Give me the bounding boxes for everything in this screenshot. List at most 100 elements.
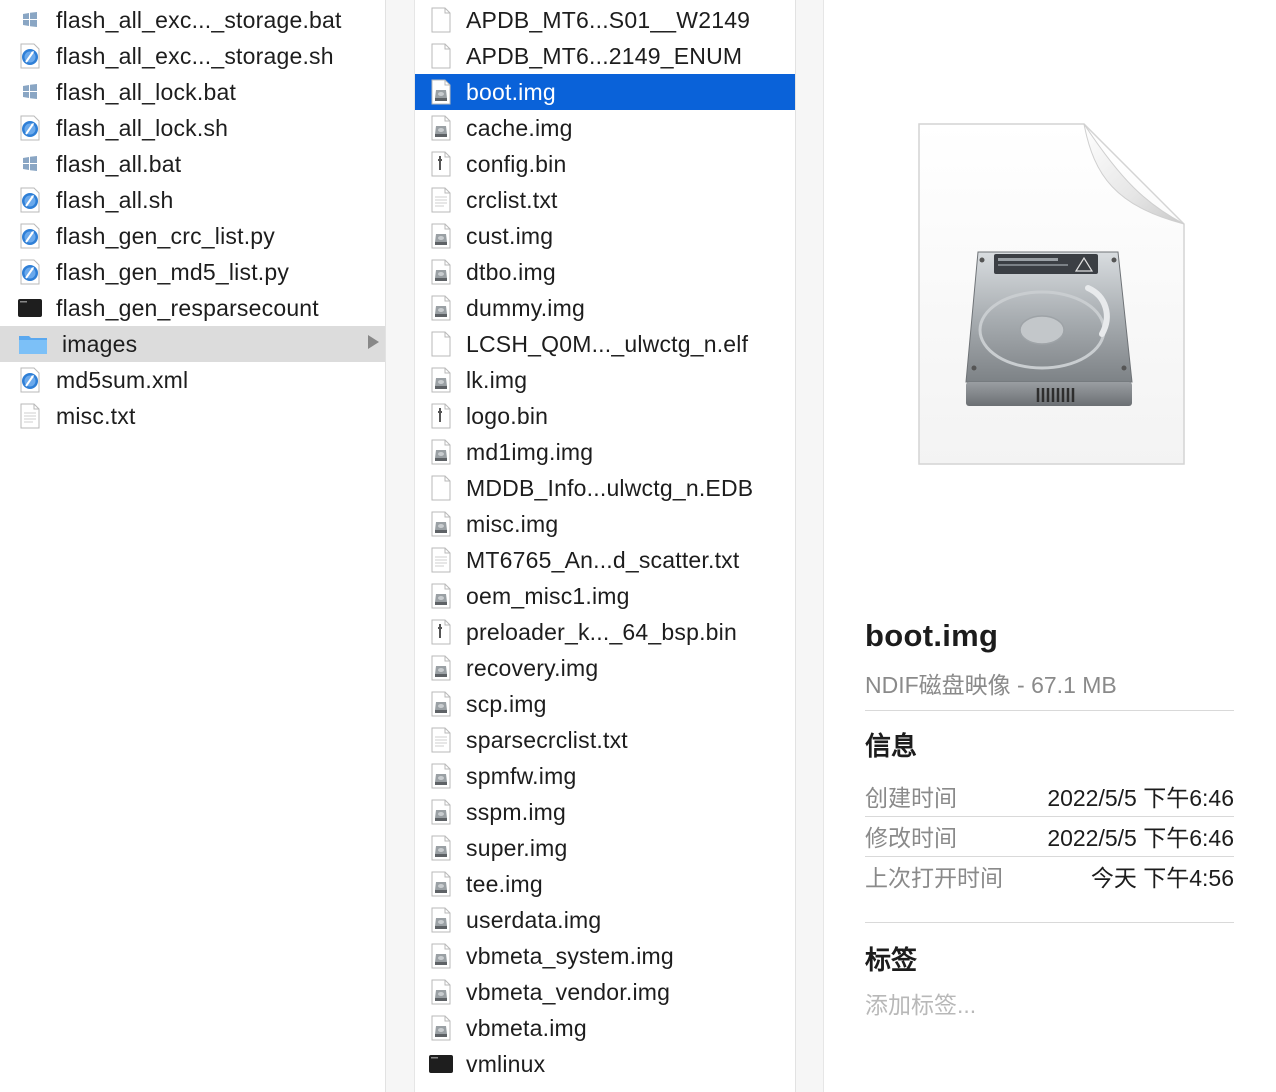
list-item-selected[interactable]: boot.img	[415, 74, 795, 110]
column-images-folder[interactable]: APDB_MT6...S01__W2149 APDB_MT6...2149_EN…	[415, 0, 795, 1092]
list-item[interactable]: flash_all_exc..._storage.sh	[0, 38, 385, 74]
windows-bat-icon	[18, 78, 42, 106]
disk-image-icon	[429, 222, 453, 250]
blank-doc-icon	[429, 6, 453, 34]
file-name: vbmeta.img	[466, 1014, 587, 1041]
file-name: oem_misc1.img	[466, 582, 630, 609]
list-item[interactable]: crclist.txt	[415, 182, 795, 218]
list-item[interactable]: APDB_MT6...S01__W2149	[415, 2, 795, 38]
list-item[interactable]: flash_gen_md5_list.py	[0, 254, 385, 290]
list-item[interactable]: misc.txt	[0, 398, 385, 434]
list-item[interactable]: APDB_MT6...2149_ENUM	[415, 38, 795, 74]
info-row-last-opened: 上次打开时间 今天 下午4:56	[865, 859, 1234, 893]
preview-pane: boot.img NDIF磁盘映像 - 67.1 MB 信息 创建时间 2022…	[824, 0, 1276, 1092]
shell-script-icon	[18, 366, 42, 394]
file-name: sspm.img	[466, 798, 567, 825]
terminal-exec-icon	[18, 294, 42, 322]
file-name: APDB_MT6...S01__W2149	[466, 6, 751, 33]
info-value: 2022/5/5 下午6:46	[1047, 825, 1234, 851]
list-item[interactable]: vbmeta.img	[415, 1010, 795, 1046]
list-item[interactable]: LCSH_Q0M..._ulwctg_n.elf	[415, 326, 795, 362]
shell-script-icon	[18, 114, 42, 142]
list-item[interactable]: flash_gen_crc_list.py	[0, 218, 385, 254]
disk-image-icon	[429, 654, 453, 682]
list-item[interactable]: flash_all.bat	[0, 146, 385, 182]
list-item[interactable]: cust.img	[415, 218, 795, 254]
list-item[interactable]: vbmeta_system.img	[415, 938, 795, 974]
file-name: flash_gen_md5_list.py	[56, 258, 290, 285]
disk-image-icon	[429, 582, 453, 610]
disk-image-icon	[429, 870, 453, 898]
list-item[interactable]: scp.img	[415, 686, 795, 722]
windows-bat-icon	[18, 150, 42, 178]
column-parent-folder[interactable]: flash_all_exc..._storage.bat flash_all_e…	[0, 0, 385, 1092]
list-item[interactable]: recovery.img	[415, 650, 795, 686]
file-name: flash_all.sh	[56, 186, 174, 213]
list-item[interactable]: cache.img	[415, 110, 795, 146]
list-item[interactable]: md5sum.xml	[0, 362, 385, 398]
info-value: 2022/5/5 下午6:46	[1047, 785, 1234, 811]
disk-image-icon	[429, 690, 453, 718]
blank-doc-icon	[429, 42, 453, 70]
disk-image-icon	[429, 942, 453, 970]
list-item[interactable]: super.img	[415, 830, 795, 866]
file-name: config.bin	[466, 150, 567, 177]
file-name: recovery.img	[466, 654, 599, 681]
add-tags-field[interactable]: 添加标签...	[865, 986, 976, 1020]
disk-image-icon	[429, 1014, 453, 1042]
list-item[interactable]: dtbo.img	[415, 254, 795, 290]
disclosure-triangle-icon	[368, 335, 379, 349]
file-name: cache.img	[466, 114, 573, 141]
file-list-column-2: APDB_MT6...S01__W2149 APDB_MT6...2149_EN…	[415, 2, 795, 1082]
text-doc-icon	[429, 186, 453, 214]
list-item[interactable]: lk.img	[415, 362, 795, 398]
divider	[865, 856, 1234, 857]
list-item[interactable]: misc.img	[415, 506, 795, 542]
list-item[interactable]: vbmeta_vendor.img	[415, 974, 795, 1010]
list-item[interactable]: dummy.img	[415, 290, 795, 326]
disk-image-icon	[429, 798, 453, 826]
info-key: 修改时间	[865, 825, 957, 851]
file-name: vbmeta_system.img	[466, 942, 674, 969]
list-item[interactable]: flash_gen_resparsecount	[0, 290, 385, 326]
list-item[interactable]: config.bin	[415, 146, 795, 182]
list-item[interactable]: preloader_k..._64_bsp.bin	[415, 614, 795, 650]
file-name: md1img.img	[466, 438, 594, 465]
list-item[interactable]: flash_all_exc..._storage.bat	[0, 2, 385, 38]
list-item[interactable]: logo.bin	[415, 398, 795, 434]
file-name: md5sum.xml	[56, 366, 189, 393]
list-item[interactable]: MDDB_Info...ulwctg_n.EDB	[415, 470, 795, 506]
list-item[interactable]: flash_all_lock.sh	[0, 110, 385, 146]
text-doc-icon	[429, 546, 453, 574]
preview-file-title: boot.img	[865, 618, 999, 653]
info-value: 今天 下午4:56	[1090, 865, 1234, 891]
file-name: scp.img	[466, 690, 547, 717]
list-item[interactable]: sparsecrclist.txt	[415, 722, 795, 758]
file-name: tee.img	[466, 870, 543, 897]
list-item[interactable]: oem_misc1.img	[415, 578, 795, 614]
info-heading: 信息	[865, 731, 918, 761]
list-item[interactable]: md1img.img	[415, 434, 795, 470]
list-item[interactable]: vmlinux	[415, 1046, 795, 1082]
binary-doc-icon	[429, 150, 453, 178]
file-name: preloader_k..._64_bsp.bin	[466, 618, 737, 645]
file-name: vbmeta_vendor.img	[466, 978, 671, 1005]
list-item[interactable]: flash_all.sh	[0, 182, 385, 218]
list-item[interactable]: userdata.img	[415, 902, 795, 938]
list-item[interactable]: flash_all_lock.bat	[0, 74, 385, 110]
list-item[interactable]: MT6765_An...d_scatter.txt	[415, 542, 795, 578]
disk-image-icon	[429, 510, 453, 538]
list-item[interactable]: sspm.img	[415, 794, 795, 830]
info-key: 创建时间	[865, 785, 957, 811]
disk-image-icon	[429, 366, 453, 394]
divider	[865, 922, 1234, 923]
file-name: cust.img	[466, 222, 554, 249]
info-row-modified: 修改时间 2022/5/5 下午6:46	[865, 819, 1234, 853]
blank-doc-icon	[429, 474, 453, 502]
binary-doc-icon	[429, 402, 453, 430]
file-name: flash_gen_crc_list.py	[56, 222, 275, 249]
list-item-images-folder[interactable]: images	[0, 326, 385, 362]
list-item[interactable]: tee.img	[415, 866, 795, 902]
shell-script-icon	[18, 258, 42, 286]
list-item[interactable]: spmfw.img	[415, 758, 795, 794]
